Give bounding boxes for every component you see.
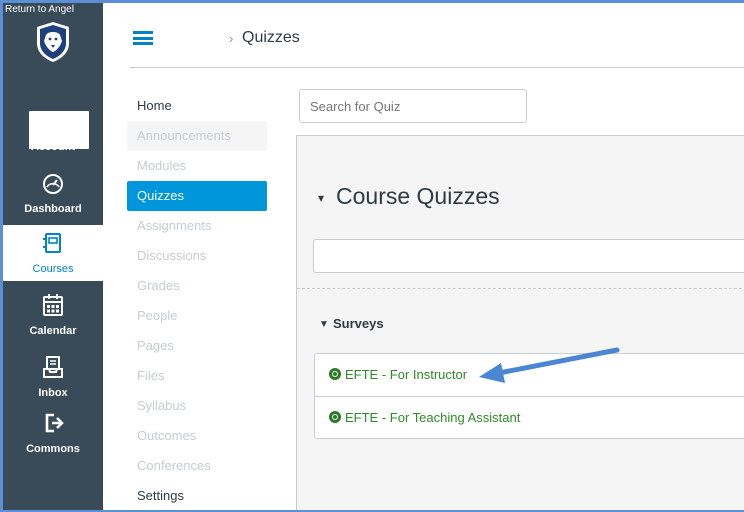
course-nav-outcomes[interactable]: Outcomes [127, 421, 267, 451]
survey-icon [329, 411, 341, 423]
course-quizzes-toggle-icon[interactable]: ▾ [318, 191, 324, 205]
global-nav-courses[interactable]: Courses [3, 225, 103, 281]
course-nav-modules[interactable]: Modules [127, 151, 267, 181]
global-nav-commons-label: Commons [26, 443, 80, 455]
commons-icon [45, 413, 64, 433]
global-nav: Return to Angel Account Dashboard Course… [3, 3, 103, 510]
list-item[interactable]: EFTE - For Teaching Assistant [315, 396, 744, 438]
course-nav-people[interactable]: People [127, 301, 267, 331]
course-quizzes-heading[interactable]: Course Quizzes [336, 183, 500, 210]
surveys-toggle-icon[interactable]: ▼ [319, 319, 329, 330]
course-nav-settings[interactable]: Settings [127, 481, 267, 510]
breadcrumb[interactable]: Quizzes [242, 29, 300, 47]
course-nav-grades[interactable]: Grades [127, 271, 267, 301]
hamburger-menu-icon[interactable] [133, 31, 153, 45]
global-nav-inbox[interactable]: Inbox [3, 349, 103, 405]
dashboard-icon [43, 174, 63, 194]
global-nav-dashboard[interactable]: Dashboard [3, 165, 103, 221]
course-nav: Home Announcements Modules Quizzes Assig… [127, 91, 267, 510]
survey-link-instructor[interactable]: EFTE - For Instructor [345, 367, 467, 382]
header-divider [130, 67, 744, 68]
breadcrumb-separator: › [229, 31, 234, 46]
shield-logo-icon[interactable] [36, 21, 70, 63]
calendar-icon [43, 294, 63, 316]
survey-link-teaching-assistant[interactable]: EFTE - For Teaching Assistant [345, 410, 520, 425]
global-nav-courses-label: Courses [32, 263, 74, 275]
section-divider [297, 288, 744, 289]
app-frame: Return to Angel Account Dashboard Course… [3, 3, 744, 510]
global-nav-account-label: Account [31, 141, 75, 153]
surveys-heading[interactable]: Surveys [333, 316, 384, 331]
course-quizzes-empty-list [313, 239, 744, 273]
global-nav-inbox-label: Inbox [38, 387, 68, 399]
course-nav-assignments[interactable]: Assignments [127, 211, 267, 241]
courses-icon [43, 233, 61, 253]
global-nav-commons[interactable]: Commons [3, 405, 103, 461]
global-nav-account[interactable]: Account [3, 103, 103, 159]
course-nav-pages[interactable]: Pages [127, 331, 267, 361]
course-nav-syllabus[interactable]: Syllabus [127, 391, 267, 421]
course-nav-quizzes[interactable]: Quizzes [127, 181, 267, 211]
annotation-arrow-icon [479, 347, 620, 383]
survey-icon [329, 368, 341, 380]
course-nav-announcements[interactable]: Announcements [127, 121, 267, 151]
course-nav-conferences[interactable]: Conferences [127, 451, 267, 481]
return-to-angel-link[interactable]: Return to Angel [5, 4, 74, 15]
global-nav-calendar[interactable]: Calendar [3, 287, 103, 343]
quiz-search-input[interactable] [299, 89, 527, 123]
global-nav-dashboard-label: Dashboard [24, 203, 82, 215]
course-nav-home[interactable]: Home [127, 91, 267, 121]
course-nav-files[interactable]: Files [127, 361, 267, 391]
global-nav-calendar-label: Calendar [29, 325, 77, 337]
inbox-icon [43, 356, 63, 378]
course-nav-discussions[interactable]: Discussions [127, 241, 267, 271]
